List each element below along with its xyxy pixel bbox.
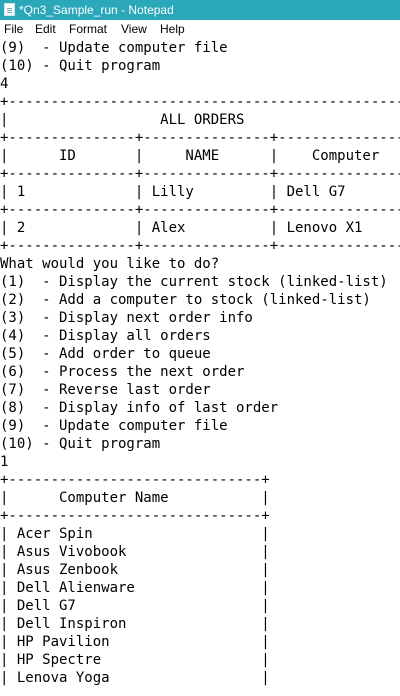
text-line: 1 (0, 454, 9, 470)
text-line: +---------------+---------------+-------… (0, 166, 400, 182)
text-line: | HP Spectre | (0, 652, 270, 668)
text-line: +---------------+---------------+-------… (0, 238, 400, 254)
text-line: +------------------------------+ (0, 472, 270, 488)
text-line: | Asus Vivobook | (0, 544, 270, 560)
text-line: +---------------+---------------+-------… (0, 202, 400, 218)
notepad-app-icon[interactable] (4, 3, 15, 16)
menu-view[interactable]: View (121, 20, 147, 39)
text-line: What would you like to do? (0, 256, 220, 272)
title-bar[interactable]: *Qn3_Sample_run - Notepad (0, 0, 400, 20)
text-line: | Asus Zenbook | (0, 562, 270, 578)
document-text: (9) - Update computer file (10) - Quit pr… (0, 39, 400, 687)
notepad-window: *Qn3_Sample_run - Notepad File Edit Form… (0, 0, 400, 696)
text-line: | HP Pavilion | (0, 634, 270, 650)
menu-bar: File Edit Format View Help (0, 20, 400, 39)
text-line: | ID | NAME | Computer | (0, 148, 400, 164)
text-line: (10) - Quit program (0, 436, 161, 452)
text-line: | Dell Alienware | (0, 580, 270, 596)
text-line: (9) - Update computer file (0, 40, 228, 56)
text-line: (2) - Add a computer to stock (linked-li… (0, 292, 371, 308)
text-line: | ALL ORDERS | (0, 112, 400, 128)
text-line: | Lenova Yoga | (0, 670, 270, 686)
text-line: (10) - Quit program (0, 58, 161, 74)
text-line: (5) - Add order to queue (0, 346, 211, 362)
text-line: (7) - Reverse last order (0, 382, 211, 398)
menu-format[interactable]: Format (69, 20, 107, 39)
text-line: | Acer Spin | (0, 526, 270, 542)
text-line: 4 (0, 76, 9, 92)
text-line: | Dell G7 | (0, 598, 270, 614)
menu-file[interactable]: File (4, 20, 23, 39)
text-line: (9) - Update computer file (0, 418, 228, 434)
text-line: | Computer Name | (0, 490, 270, 506)
text-line: +---------------------------------------… (0, 94, 400, 110)
text-line: +---------------+---------------+-------… (0, 130, 400, 146)
menu-edit[interactable]: Edit (35, 20, 56, 39)
text-line: | 1 | Lilly | Dell G7 | (0, 184, 400, 200)
window-title: *Qn3_Sample_run - Notepad (19, 3, 174, 17)
text-line: (1) - Display the current stock (linked-… (0, 274, 388, 290)
menu-help[interactable]: Help (160, 20, 185, 39)
text-line: (3) - Display next order info (0, 310, 253, 326)
text-editor-area[interactable]: (9) - Update computer file (10) - Quit pr… (0, 39, 400, 696)
text-line: (8) - Display info of last order (0, 400, 279, 416)
text-line: | Dell Inspiron | (0, 616, 270, 632)
text-line: +------------------------------+ (0, 508, 270, 524)
text-line: (6) - Process the next order (0, 364, 245, 380)
text-line: (4) - Display all orders (0, 328, 211, 344)
text-line: | 2 | Alex | Lenovo X1 | (0, 220, 400, 236)
